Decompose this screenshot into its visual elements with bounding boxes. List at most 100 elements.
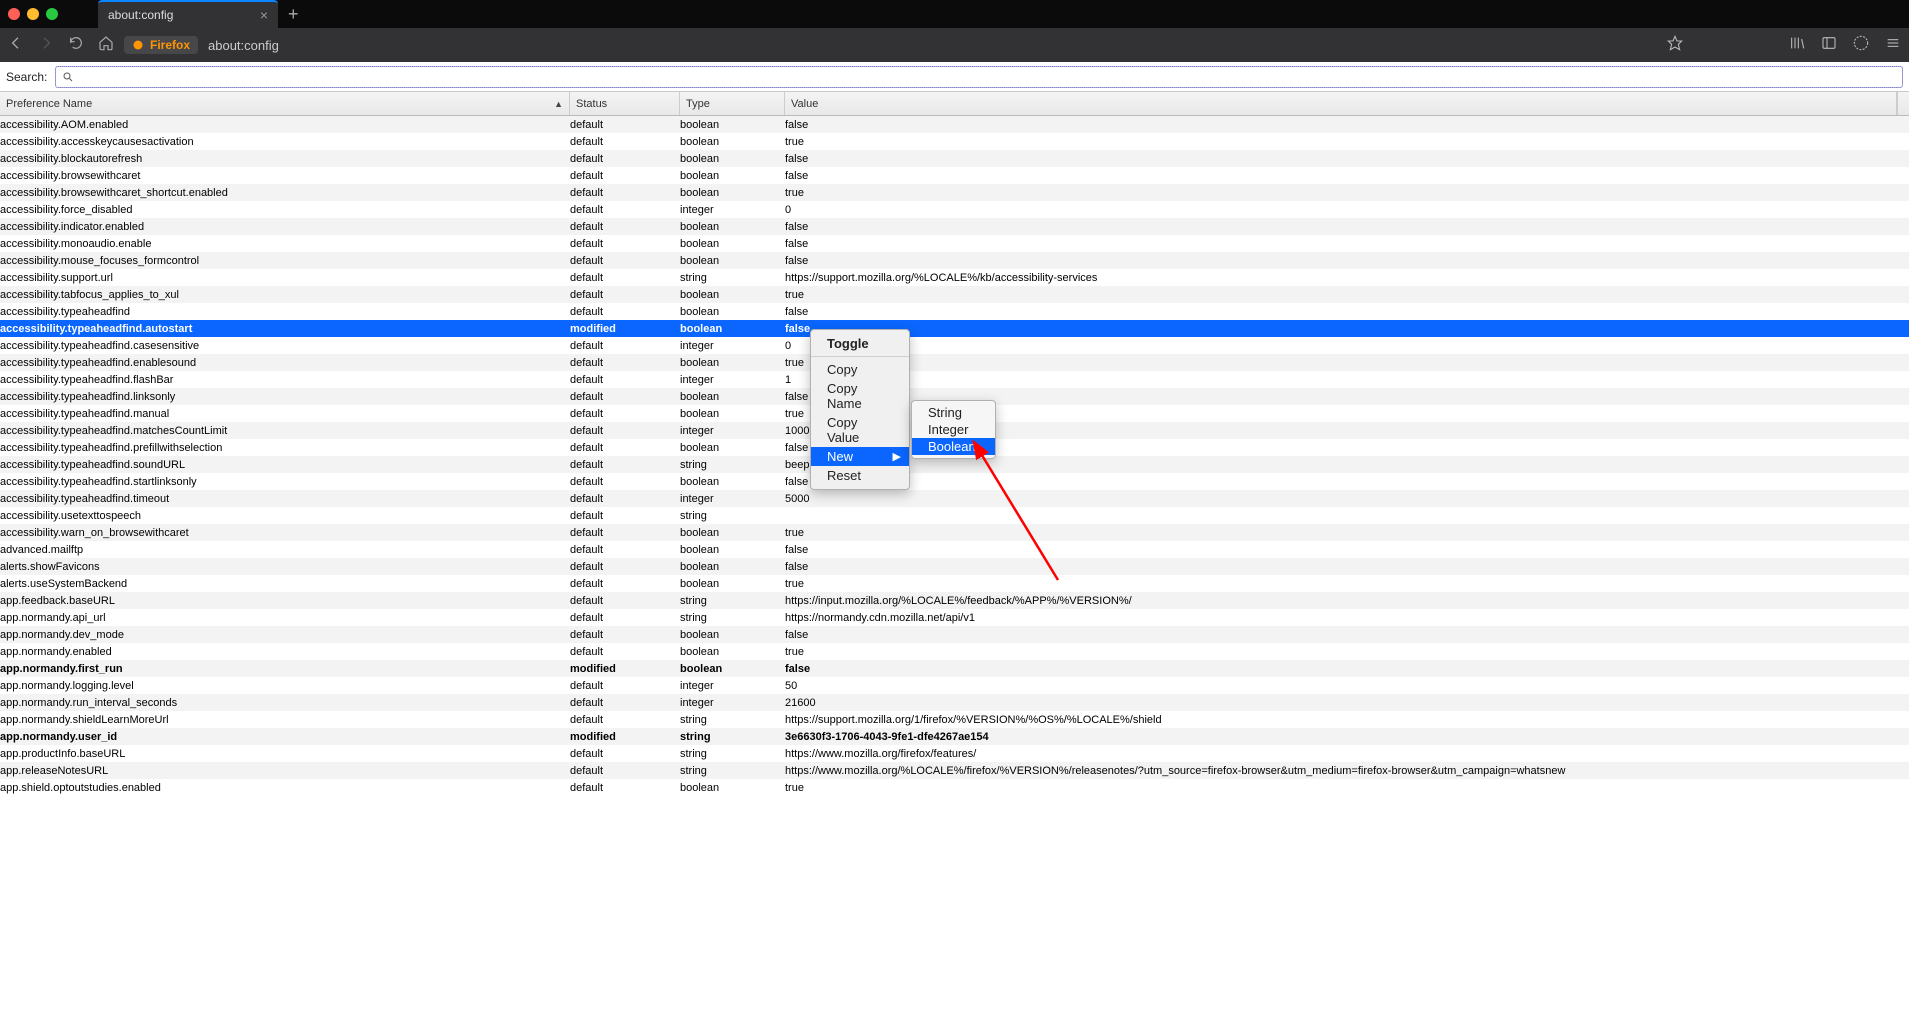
url-text[interactable]: about:config	[208, 38, 279, 53]
pref-row[interactable]: app.normandy.shieldLearnMoreUrldefaultst…	[0, 711, 1909, 728]
pref-status: default	[570, 578, 680, 590]
pref-row[interactable]: accessibility.warn_on_browsewithcaretdef…	[0, 524, 1909, 541]
pref-type: boolean	[680, 442, 785, 454]
pref-row[interactable]: app.productInfo.baseURLdefaultstringhttp…	[0, 745, 1909, 762]
pref-row[interactable]: accessibility.typeaheadfind.startlinkson…	[0, 473, 1909, 490]
submenu-item-string[interactable]: String	[912, 404, 995, 421]
home-button[interactable]	[98, 35, 114, 56]
pref-row[interactable]: app.releaseNotesURLdefaultstringhttps://…	[0, 762, 1909, 779]
new-tab-button[interactable]: +	[288, 4, 299, 25]
library-icon[interactable]	[1789, 35, 1805, 56]
pref-status: default	[570, 272, 680, 284]
pref-value: false	[785, 221, 1909, 233]
search-input-container[interactable]	[55, 66, 1903, 88]
pref-row[interactable]: accessibility.indicator.enableddefaultbo…	[0, 218, 1909, 235]
pref-status: default	[570, 595, 680, 607]
pref-row[interactable]: accessibility.typeaheadfind.enablesoundd…	[0, 354, 1909, 371]
pref-row[interactable]: advanced.mailftpdefaultbooleanfalse	[0, 541, 1909, 558]
pref-row[interactable]: app.normandy.run_interval_secondsdefault…	[0, 694, 1909, 711]
pref-value: 21600	[785, 697, 1909, 709]
pref-row[interactable]: accessibility.typeaheadfind.casesensitiv…	[0, 337, 1909, 354]
pref-name: accessibility.typeaheadfind.timeout	[0, 493, 570, 505]
pref-row[interactable]: app.normandy.first_runmodifiedbooleanfal…	[0, 660, 1909, 677]
pref-row[interactable]: app.feedback.baseURLdefaultstringhttps:/…	[0, 592, 1909, 609]
pref-name: accessibility.typeaheadfind.prefillwiths…	[0, 442, 570, 454]
pref-row[interactable]: accessibility.support.urldefaultstringht…	[0, 269, 1909, 286]
pref-row[interactable]: accessibility.usetexttospeechdefaultstri…	[0, 507, 1909, 524]
pref-name: accessibility.typeaheadfind.linksonly	[0, 391, 570, 403]
pref-status: default	[570, 612, 680, 624]
bookmark-star-icon[interactable]	[1667, 35, 1683, 56]
window-zoom-button[interactable]	[46, 8, 58, 20]
pref-row[interactable]: accessibility.mouse_focuses_formcontrold…	[0, 252, 1909, 269]
pref-type: boolean	[680, 289, 785, 301]
pref-row[interactable]: app.normandy.logging.leveldefaultinteger…	[0, 677, 1909, 694]
column-value[interactable]: Value	[785, 92, 1897, 115]
search-label: Search:	[6, 70, 47, 84]
column-status[interactable]: Status	[570, 92, 680, 115]
pref-row[interactable]: accessibility.browsewithcaret_shortcut.e…	[0, 184, 1909, 201]
sidebar-icon[interactable]	[1821, 35, 1837, 56]
pref-row[interactable]: accessibility.monoaudio.enabledefaultboo…	[0, 235, 1909, 252]
pref-status: default	[570, 357, 680, 369]
pref-type: integer	[680, 425, 785, 437]
pref-row[interactable]: alerts.showFaviconsdefaultbooleanfalse	[0, 558, 1909, 575]
pref-name: accessibility.monoaudio.enable	[0, 238, 570, 250]
pref-value: false	[785, 119, 1909, 131]
pref-row[interactable]: accessibility.accesskeycausesactivationd…	[0, 133, 1909, 150]
context-menu-copy-value[interactable]: Copy Value	[811, 413, 909, 447]
column-type[interactable]: Type	[680, 92, 785, 115]
browser-toolbar: Firefox about:config	[0, 28, 1909, 62]
pref-status: modified	[570, 323, 680, 335]
pref-type: boolean	[680, 238, 785, 250]
pref-row[interactable]: accessibility.typeaheadfinddefaultboolea…	[0, 303, 1909, 320]
window-close-button[interactable]	[8, 8, 20, 20]
context-submenu-new: String Integer Boolean	[911, 400, 996, 459]
pref-row[interactable]: app.normandy.api_urldefaultstringhttps:/…	[0, 609, 1909, 626]
tab-close-icon[interactable]: ×	[260, 7, 268, 23]
pref-row[interactable]: app.normandy.user_idmodifiedstring3e6630…	[0, 728, 1909, 745]
account-icon[interactable]	[1853, 35, 1869, 56]
pref-type: string	[680, 272, 785, 284]
browser-tab[interactable]: about:config ×	[98, 0, 278, 28]
pref-row[interactable]: alerts.useSystemBackenddefaultbooleantru…	[0, 575, 1909, 592]
pref-row[interactable]: accessibility.tabfocus_applies_to_xuldef…	[0, 286, 1909, 303]
pref-name: app.normandy.run_interval_seconds	[0, 697, 570, 709]
search-input[interactable]	[80, 70, 1896, 84]
pref-value: 5000	[785, 493, 1909, 505]
context-menu: Toggle Copy Copy Name Copy Value New▶ Re…	[810, 329, 910, 490]
pref-row[interactable]: accessibility.force_disableddefaultinteg…	[0, 201, 1909, 218]
reload-button[interactable]	[68, 35, 84, 56]
pref-type: string	[680, 510, 785, 522]
pref-name: alerts.showFavicons	[0, 561, 570, 573]
pref-row[interactable]: accessibility.browsewithcaretdefaultbool…	[0, 167, 1909, 184]
pref-name: app.shield.optoutstudies.enabled	[0, 782, 570, 794]
pref-row[interactable]: accessibility.typeaheadfind.autostartmod…	[0, 320, 1909, 337]
back-button[interactable]	[8, 35, 24, 56]
context-menu-new[interactable]: New▶	[811, 447, 909, 466]
context-menu-toggle[interactable]: Toggle	[811, 334, 909, 353]
context-menu-copy-name[interactable]: Copy Name	[811, 379, 909, 413]
column-preference-name[interactable]: Preference Name ▲	[0, 92, 570, 115]
app-menu-icon[interactable]	[1885, 35, 1901, 56]
submenu-item-boolean[interactable]: Boolean	[912, 438, 995, 455]
pref-row[interactable]: accessibility.typeaheadfind.timeoutdefau…	[0, 490, 1909, 507]
pref-row[interactable]: accessibility.typeaheadfind.flashBardefa…	[0, 371, 1909, 388]
column-picker[interactable]	[1897, 92, 1909, 115]
pref-row[interactable]: app.shield.optoutstudies.enableddefaultb…	[0, 779, 1909, 796]
pref-type: boolean	[680, 629, 785, 641]
pref-value: 50	[785, 680, 1909, 692]
context-menu-copy[interactable]: Copy	[811, 360, 909, 379]
window-minimize-button[interactable]	[27, 8, 39, 20]
site-identity[interactable]: Firefox	[124, 36, 198, 54]
pref-row[interactable]: app.normandy.dev_modedefaultbooleanfalse	[0, 626, 1909, 643]
pref-status: default	[570, 340, 680, 352]
pref-row[interactable]: accessibility.blockautorefreshdefaultboo…	[0, 150, 1909, 167]
pref-type: boolean	[680, 221, 785, 233]
pref-value: false	[785, 476, 1909, 488]
pref-type: integer	[680, 680, 785, 692]
context-menu-reset[interactable]: Reset	[811, 466, 909, 485]
pref-row[interactable]: accessibility.AOM.enableddefaultbooleanf…	[0, 116, 1909, 133]
submenu-item-integer[interactable]: Integer	[912, 421, 995, 438]
pref-row[interactable]: app.normandy.enableddefaultbooleantrue	[0, 643, 1909, 660]
